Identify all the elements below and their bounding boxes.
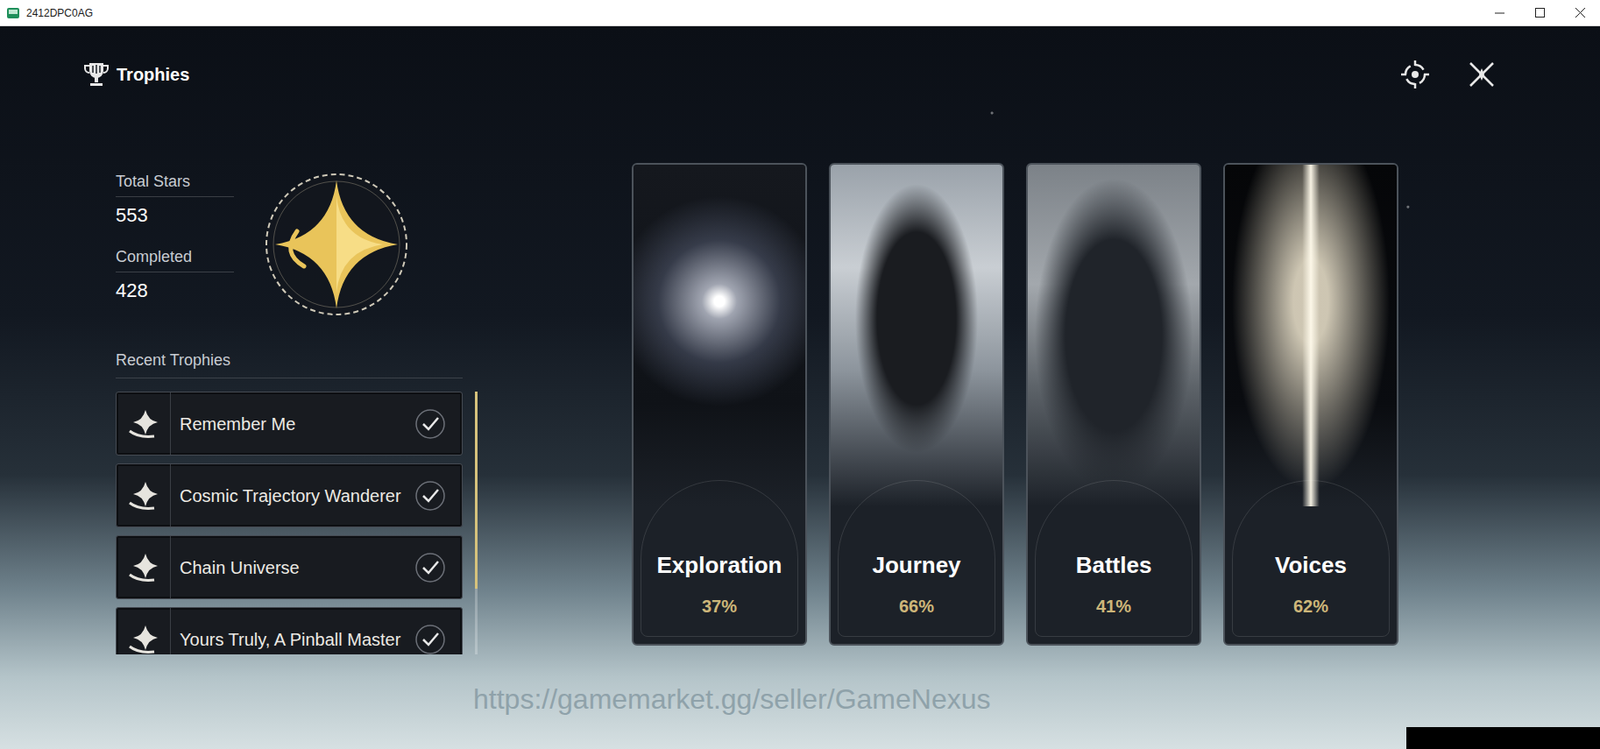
category-label: Journey — [830, 548, 1003, 583]
category-label: Battles — [1027, 548, 1200, 583]
trophy-icon-box — [116, 464, 171, 527]
category-label: Voices — [1224, 548, 1397, 583]
black-bar — [1406, 727, 1600, 749]
category-card[interactable]: Voices 62% — [1223, 162, 1399, 646]
star-emblem-icon — [261, 169, 411, 319]
minimize-icon[interactable] — [1479, 0, 1520, 27]
title-bar: 2412DPC0AG — [0, 0, 1600, 27]
trophy-icon-box — [116, 392, 171, 455]
category-label: Exploration — [633, 548, 806, 583]
check-icon — [414, 552, 447, 584]
recent-trophies-list: Remember Me Cosmic Trajectory Wanderer Cha… — [115, 391, 463, 655]
stat-label: Total Stars — [115, 169, 234, 198]
category-art — [830, 164, 1003, 507]
trophy-row[interactable]: Remember Me — [115, 391, 463, 456]
window-title: 2412DPC0AG — [26, 5, 93, 22]
trophy-name: Chain Universe — [170, 549, 415, 587]
category-art — [1224, 164, 1397, 507]
trophy-name: Yours Truly, A Pinball Master — [170, 621, 415, 656]
trophy-icon-box — [116, 536, 171, 599]
check-icon — [414, 408, 447, 440]
page-title: Trophies — [116, 61, 190, 88]
stat-value: 553 — [115, 200, 234, 230]
app-icon — [7, 7, 20, 19]
trophy-row[interactable]: Chain Universe — [115, 535, 463, 600]
category-art — [1027, 164, 1200, 507]
category-percent: 62% — [1224, 593, 1397, 620]
category-card[interactable]: Journey 66% — [828, 162, 1005, 646]
category-card[interactable]: Exploration 37% — [631, 162, 808, 646]
trophy-row[interactable]: Yours Truly, A Pinball Master — [115, 607, 463, 655]
category-percent: 41% — [1027, 593, 1200, 620]
check-icon — [414, 480, 447, 512]
star-trophy-icon — [124, 620, 163, 656]
category-percent: 37% — [633, 593, 806, 620]
target-icon[interactable] — [1399, 58, 1431, 91]
close-icon[interactable] — [1559, 0, 1600, 27]
star-trophy-icon — [124, 476, 163, 516]
category-art — [633, 164, 806, 507]
watermark: https://gamemarket.gg/seller/GameNexus — [473, 678, 991, 721]
close-icon[interactable] — [1465, 58, 1498, 91]
category-percent: 66% — [830, 593, 1003, 620]
star-trophy-icon — [124, 404, 163, 444]
trophy-name: Remember Me — [170, 405, 415, 443]
scrollbar[interactable] — [474, 391, 478, 655]
stat-value: 428 — [115, 276, 234, 305]
category-card[interactable]: Battles 41% — [1026, 162, 1202, 646]
recent-trophies-heading: Recent Trophies — [115, 348, 463, 379]
game-screen: Trophies Total Stars553 Completed 428 — [0, 26, 1600, 749]
trophy-name: Cosmic Trajectory Wanderer — [170, 477, 415, 515]
scroll-thumb[interactable] — [474, 391, 478, 589]
star-trophy-icon — [124, 548, 163, 588]
trophy-row[interactable]: Cosmic Trajectory Wanderer — [115, 463, 463, 528]
check-icon — [414, 623, 447, 656]
stat-label: Completed — [115, 245, 234, 273]
trophy-icon — [83, 60, 110, 89]
maximize-icon[interactable] — [1519, 0, 1560, 27]
trophy-icon-box — [116, 608, 171, 655]
